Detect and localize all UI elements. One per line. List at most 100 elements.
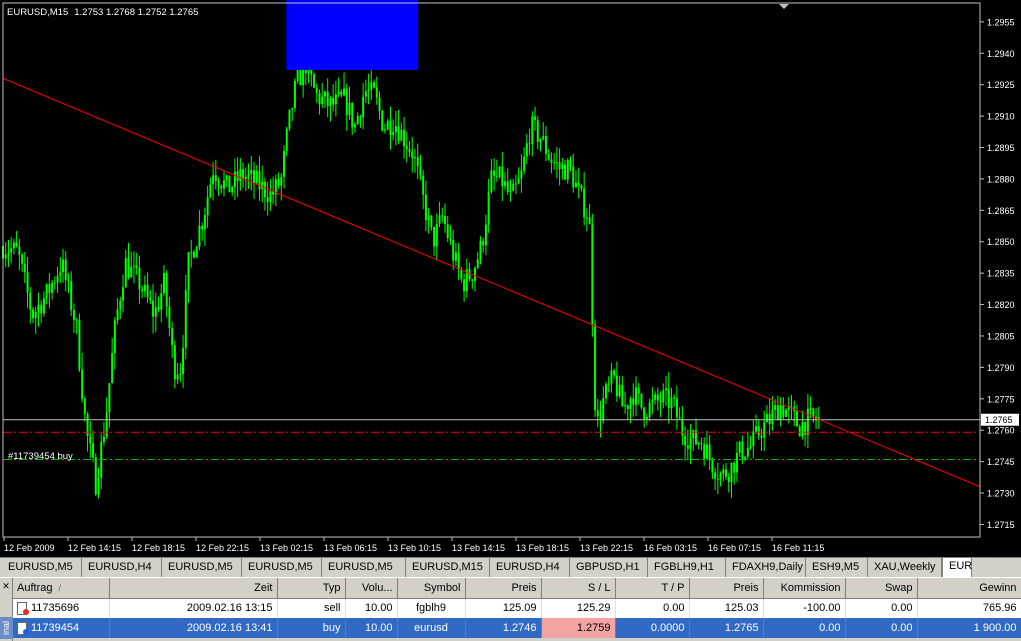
chart-tab[interactable]: FGBLH9,H1: [648, 558, 726, 577]
terminal-panel: ✕ inal Auftrag / Zeit Typ Volu... Symbol Preis…: [0, 578, 1021, 641]
time-tick-label: 12 Feb 2009: [4, 543, 55, 553]
time-tick-label: 16 Feb 03:15: [644, 543, 697, 553]
candle: [313, 72, 316, 89]
buy-order-icon: [17, 622, 29, 636]
price-tick-label: 1.2955: [987, 17, 1015, 27]
order-cell-symbol: fgblh9: [397, 598, 466, 618]
order-cell-profit: 765.96: [917, 598, 1021, 618]
chart-tab[interactable]: ESH9,M5: [806, 558, 868, 577]
orders-header: Auftrag / Zeit Typ Volu... Symbol Preis S / LT …: [13, 578, 1021, 599]
column-header[interactable]: Swap: [845, 578, 918, 599]
order-cell-type: sell: [277, 598, 346, 618]
column-header[interactable]: Typ: [277, 578, 346, 599]
price-tick-label: 1.2775: [987, 394, 1015, 404]
price-tick-label: 1.2805: [987, 331, 1015, 341]
tab-scroll-icon[interactable]: [1003, 558, 1021, 577]
chart-tab[interactable]: EURUSD,M5: [2, 558, 82, 577]
column-header[interactable]: Volu...: [345, 578, 398, 599]
order-cell-time: 2009.02.16 13:15: [109, 598, 278, 618]
order-row[interactable]: 11739454 2009.02.16 13:41 buy 10.00 eurusd 1.…: [13, 618, 1021, 638]
price-tick-label: 1.2925: [987, 80, 1015, 90]
column-header[interactable]: Auftrag /: [13, 578, 110, 599]
chart-tab[interactable]: EURUSD,M5: [162, 558, 242, 577]
candle: [195, 245, 198, 258]
candle: [591, 213, 594, 337]
order-cell-cur_price: 1.2765: [689, 618, 764, 638]
close-icon[interactable]: ✕: [1, 581, 11, 591]
order-cell-cur_price: 125.03: [689, 598, 764, 618]
time-tick-label: 16 Feb 11:15: [772, 543, 824, 553]
chart-tab[interactable]: FDAXH9,Daily: [726, 558, 806, 577]
column-header[interactable]: S / L: [541, 578, 616, 599]
chart-tab[interactable]: GBPUSD,H1: [570, 558, 648, 577]
candle: [293, 77, 296, 112]
order-cell-commission: -100.00: [763, 598, 846, 618]
sell-order-icon: [17, 602, 29, 616]
chart-tab[interactable]: EUR: [942, 558, 972, 577]
order-cell-swap: 0.00: [845, 618, 918, 638]
time-tick-label: 13 Feb 10:15: [388, 543, 441, 553]
candle: [798, 424, 801, 437]
candle: [381, 109, 384, 132]
column-header[interactable]: Preis: [465, 578, 542, 599]
column-header[interactable]: T / P: [615, 578, 690, 599]
order-cell-tp: 0.00: [615, 598, 690, 618]
time-tick-label: 13 Feb 22:15: [580, 543, 633, 553]
price-chart[interactable]: 1.2955 1.2940 1.2925 1.2910 1.2895 1.2880 1.28…: [0, 0, 1021, 557]
order-cell-profit: 1 900.00: [917, 618, 1021, 638]
chart-tab[interactable]: EURUSD,M5: [322, 558, 406, 577]
sort-icon: /: [58, 582, 61, 593]
chart-tab[interactable]: EURUSD,H4: [490, 558, 570, 577]
column-header[interactable]: Zeit: [109, 578, 278, 599]
price-tick-label: 1.2835: [987, 269, 1015, 279]
time-tick-label: 13 Feb 18:15: [516, 543, 569, 553]
order-row[interactable]: 11735696 2009.02.16 13:15 sell 10.00 fgblh9 1…: [13, 598, 1021, 618]
chart-tab[interactable]: EURUSD,M5: [242, 558, 322, 577]
candle: [288, 109, 291, 131]
candle: [228, 175, 231, 193]
price-tick-label: 1.2730: [987, 489, 1015, 499]
order-cell-price: 1.2746: [465, 618, 542, 638]
column-header[interactable]: Symbol: [397, 578, 466, 599]
terminal-sidebar: ✕ inal: [0, 578, 13, 641]
time-tick-label: 13 Feb 02:15: [260, 543, 313, 553]
price-tick-label: 1.2865: [987, 206, 1015, 216]
price-tick-label: 1.2850: [987, 237, 1015, 247]
order-cell-price: 125.09: [465, 598, 542, 618]
price-tick-label: 1.2790: [987, 363, 1015, 373]
price-tick-label: 1.2745: [987, 457, 1015, 467]
order-cell-volume: 10.00: [345, 618, 398, 638]
time-tick-label: 13 Feb 14:15: [452, 543, 505, 553]
column-header[interactable]: Gewinn: [917, 578, 1021, 599]
candle: [498, 165, 501, 179]
chart-tab[interactable]: EURUSD,M15: [406, 558, 490, 577]
column-header[interactable]: Kommission: [763, 578, 846, 599]
order-cell-swap: 0.00: [845, 598, 918, 618]
orders-table: Auftrag / Zeit Typ Volu... Symbol Preis S / LT …: [13, 578, 1021, 638]
price-tick-label: 1.2715: [987, 520, 1015, 530]
price-tick-label: 1.2880: [987, 174, 1015, 184]
time-tick-label: 12 Feb 22:15: [196, 543, 249, 553]
order-cell-time: 2009.02.16 13:41: [109, 618, 278, 638]
candle: [594, 319, 597, 417]
chart-tab[interactable]: EURUSD,H4: [82, 558, 162, 577]
terminal-side-label: inal: [0, 617, 13, 639]
time-tick-label: 12 Feb 14:15: [68, 543, 121, 553]
chart-background: [0, 0, 1021, 557]
price-tick-label: 1.2820: [987, 300, 1015, 310]
price-tick-label: 1.2940: [987, 49, 1015, 59]
price-tick-label: 1.2910: [987, 112, 1015, 122]
chart-tabs: EURUSD,M5 EURUSD,H4 EURUSD,M5 EURUSD,M5 EURU…: [0, 557, 1021, 578]
candle: [640, 393, 643, 410]
order-cell-commission: 0.00: [763, 618, 846, 638]
order-cell-sl: 125.29: [541, 598, 616, 618]
candle: [78, 313, 81, 373]
column-header[interactable]: Preis: [689, 578, 764, 599]
order-label: #11739454 buy: [8, 451, 73, 462]
rectangle-object[interactable]: [286, 0, 419, 71]
symbol-label: EURUSD,M15 1.2753 1.2768 1.2752 1.2765: [7, 7, 198, 18]
chart-tab[interactable]: XAU,Weekly: [868, 558, 942, 577]
order-cell-sl: 1.2759: [541, 618, 616, 638]
order-cell-volume: 10.00: [345, 598, 398, 618]
order-cell-ticket: 11739454: [13, 618, 110, 638]
